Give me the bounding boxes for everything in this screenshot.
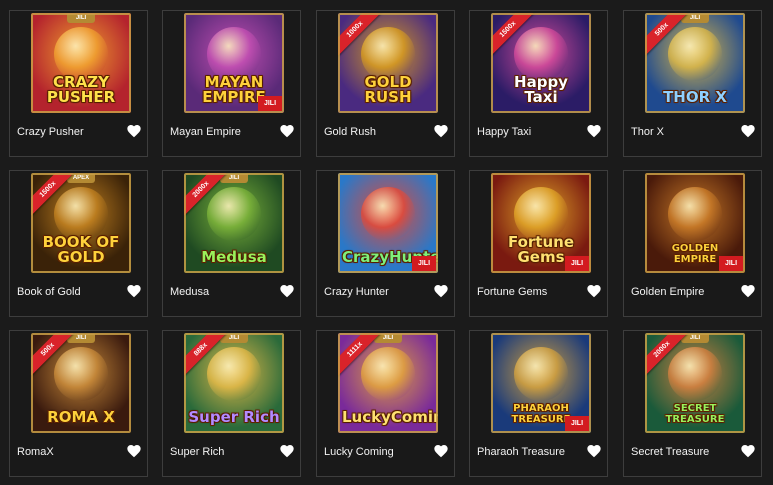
thumbnail-frame [184, 333, 284, 433]
game-thumbnail[interactable]: PHARAOH TREASURE JILI [491, 333, 591, 433]
game-name: Mayan Empire [170, 126, 241, 138]
thumbnail-frame [184, 173, 284, 273]
favorite-heart-icon[interactable] [740, 283, 756, 299]
game-thumbnail[interactable]: ROMA X JILI 500x [31, 333, 131, 433]
favorite-heart-icon[interactable] [586, 283, 602, 299]
thumbnail-frame [31, 173, 131, 273]
game-thumbnail[interactable]: BOOK OF GOLD APEX 1500x [31, 173, 131, 273]
favorite-heart-icon[interactable] [126, 123, 142, 139]
favorite-heart-icon[interactable] [433, 443, 449, 459]
game-name: Crazy Hunter [324, 286, 389, 298]
favorite-heart-icon[interactable] [740, 123, 756, 139]
game-card[interactable]: Super Rich JILI 888x Super Rich [162, 330, 301, 477]
game-card[interactable]: PHARAOH TREASURE JILI Pharaoh Treasure [469, 330, 608, 477]
game-name: Lucky Coming [324, 446, 394, 458]
game-name: Super Rich [170, 446, 225, 458]
game-thumbnail[interactable]: CRAZY PUSHER JILI [31, 13, 131, 113]
game-thumbnail[interactable]: Super Rich JILI 888x [184, 333, 284, 433]
favorite-heart-icon[interactable] [279, 283, 295, 299]
game-thumbnail[interactable]: SECRET TREASURE JILI 2000x [645, 333, 745, 433]
game-card[interactable]: GOLDEN EMPIRE JILI Golden Empire [623, 170, 762, 317]
game-card[interactable]: ROMA X JILI 500x RomaX [9, 330, 148, 477]
game-name: Secret Treasure [631, 446, 710, 458]
game-thumbnail[interactable]: MAYAN EMPIRE JILI [184, 13, 284, 113]
thumbnail-frame [184, 13, 284, 113]
game-name: RomaX [17, 446, 54, 458]
game-name: Fortune Gems [477, 286, 548, 298]
favorite-heart-icon[interactable] [126, 283, 142, 299]
thumbnail-frame [645, 333, 745, 433]
game-name: Thor X [631, 126, 665, 138]
thumbnail-frame [31, 13, 131, 113]
thumbnail-frame [645, 13, 745, 113]
favorite-heart-icon[interactable] [433, 283, 449, 299]
game-card[interactable]: CRAZY PUSHER JILI Crazy Pusher [9, 10, 148, 157]
thumbnail-frame [491, 173, 591, 273]
thumbnail-frame [338, 333, 438, 433]
game-card[interactable]: Fortune Gems JILI Fortune Gems [469, 170, 608, 317]
game-card[interactable]: THOR X JILI 500x Thor X [623, 10, 762, 157]
favorite-heart-icon[interactable] [126, 443, 142, 459]
favorite-heart-icon[interactable] [279, 443, 295, 459]
thumbnail-frame [491, 333, 591, 433]
game-thumbnail[interactable]: THOR X JILI 500x [645, 13, 745, 113]
game-card[interactable]: SECRET TREASURE JILI 2000x Secret Treasure [623, 330, 762, 477]
game-thumbnail[interactable]: Happy Taxi 1500x [491, 13, 591, 113]
game-name: Crazy Pusher [17, 126, 84, 138]
game-card[interactable]: Medusa JILI 2000x Medusa [162, 170, 301, 317]
game-grid: CRAZY PUSHER JILI Crazy Pusher MAYAN EMPIRE… [0, 0, 773, 485]
game-name: Medusa [170, 286, 210, 298]
game-card[interactable]: BOOK OF GOLD APEX 1500x Book of Gold [9, 170, 148, 317]
favorite-heart-icon[interactable] [433, 123, 449, 139]
favorite-heart-icon[interactable] [586, 443, 602, 459]
game-name: Happy Taxi [477, 126, 532, 138]
game-name: Gold Rush [324, 126, 376, 138]
game-name: Golden Empire [631, 286, 705, 298]
game-thumbnail[interactable]: GOLDEN EMPIRE JILI [645, 173, 745, 273]
thumbnail-frame [645, 173, 745, 273]
game-card[interactable]: MAYAN EMPIRE JILI Mayan Empire [162, 10, 301, 157]
game-thumbnail[interactable]: Medusa JILI 2000x [184, 173, 284, 273]
game-thumbnail[interactable]: CrazyHunter JILI [338, 173, 438, 273]
game-card[interactable]: Happy Taxi 1500x Happy Taxi [469, 10, 608, 157]
game-card[interactable]: GOLD RUSH 1000x Gold Rush [316, 10, 455, 157]
thumbnail-frame [338, 13, 438, 113]
thumbnail-frame [31, 333, 131, 433]
thumbnail-frame [491, 13, 591, 113]
game-thumbnail[interactable]: Fortune Gems JILI [491, 173, 591, 273]
game-thumbnail[interactable]: LuckyComingJILI1111x [338, 333, 438, 433]
game-name: Book of Gold [17, 286, 81, 298]
game-card[interactable]: LuckyComingJILI1111x Lucky Coming [316, 330, 455, 477]
favorite-heart-icon[interactable] [740, 443, 756, 459]
favorite-heart-icon[interactable] [279, 123, 295, 139]
game-card[interactable]: CrazyHunter JILI Crazy Hunter [316, 170, 455, 317]
favorite-heart-icon[interactable] [586, 123, 602, 139]
game-name: Pharaoh Treasure [477, 446, 566, 458]
game-thumbnail[interactable]: GOLD RUSH 1000x [338, 13, 438, 113]
thumbnail-frame [338, 173, 438, 273]
